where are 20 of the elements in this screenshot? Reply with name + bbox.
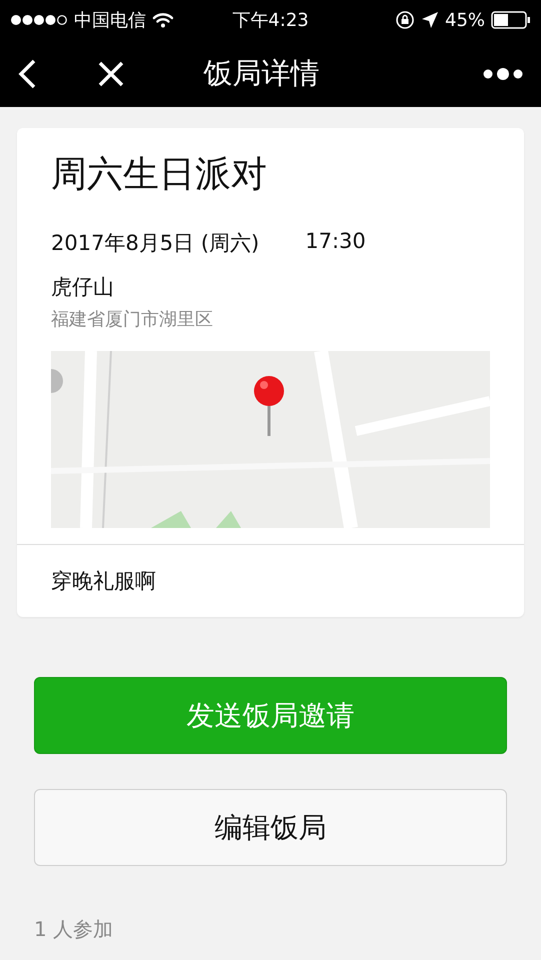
rotation-lock-icon xyxy=(395,10,415,30)
place-address: 福建省厦门市湖里区 xyxy=(51,308,214,331)
back-icon[interactable] xyxy=(18,58,36,88)
battery-percent: 45% xyxy=(445,10,486,30)
signal-icon xyxy=(10,14,68,26)
more-icon[interactable] xyxy=(483,66,523,80)
clock-time: 下午4:23 xyxy=(232,9,309,32)
wifi-icon xyxy=(152,12,174,28)
page-title: 饭局详情 xyxy=(202,54,320,92)
event-time: 17:30 xyxy=(305,229,366,255)
battery-icon xyxy=(491,11,532,29)
event-title: 周六生日派对 xyxy=(51,153,268,197)
location-arrow-icon xyxy=(421,11,439,29)
close-icon[interactable] xyxy=(98,60,124,86)
event-note: 穿晚礼服啊 xyxy=(17,544,524,617)
carrier-name: 中国电信 xyxy=(74,9,146,32)
participant-count: 1 人参加 xyxy=(34,917,114,941)
edit-button[interactable]: 编辑饭局 xyxy=(34,789,507,866)
event-date: 2017年8月5日 (周六) xyxy=(51,230,260,257)
place-name: 虎仔山 xyxy=(51,274,115,301)
